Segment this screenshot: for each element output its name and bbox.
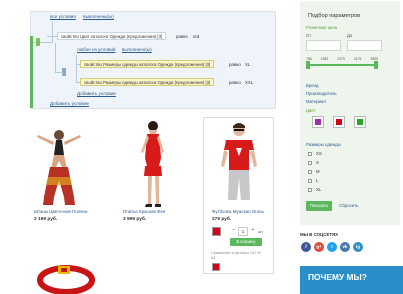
price-from-label: От — [306, 33, 312, 38]
condition-tag[interactable] — [36, 38, 40, 46]
scale-tick: 3999 — [370, 57, 378, 61]
color-label[interactable]: Цвет — [306, 108, 315, 113]
checkbox[interactable] — [308, 169, 312, 174]
group-links: любое из условий выполнено(ы) — [77, 47, 152, 52]
price-slider-handle-max[interactable] — [374, 61, 378, 69]
filter-manufacturer-link[interactable]: Производитель — [306, 91, 337, 96]
quantity-unit: шт — [258, 229, 264, 234]
size-label: M — [316, 169, 320, 174]
color-swatch[interactable] — [212, 227, 221, 236]
price-slider-handle-min[interactable] — [306, 61, 310, 69]
price-scale: 786 1582 2379 3175 3999 — [306, 57, 378, 61]
filter-brand-link[interactable]: Бренд — [306, 83, 318, 88]
condition-operator[interactable]: равно — [176, 34, 188, 39]
social-title: МЫ В СОЦСЕТЯХ — [300, 232, 339, 237]
condition-value[interactable]: XL — [245, 62, 250, 67]
why-us-title: ПОЧЕМУ МЫ? — [308, 272, 367, 282]
color-swatch-selected[interactable] — [212, 263, 220, 271]
product-image[interactable] — [214, 120, 264, 206]
product-price: 3 999 руб. — [123, 217, 147, 222]
vk-icon[interactable]: vk — [340, 242, 350, 252]
connector-line — [55, 43, 56, 73]
google-plus-icon[interactable]: g+ — [314, 242, 324, 252]
price-label[interactable]: Розничная цена — [306, 25, 337, 30]
size-option[interactable]: S — [308, 160, 319, 165]
price-to-input[interactable] — [347, 40, 382, 51]
checkbox[interactable] — [308, 151, 312, 156]
product-image[interactable] — [34, 125, 84, 210]
scale-tick: 1582 — [320, 57, 329, 61]
product-price: 2 199 руб. — [34, 217, 58, 222]
size-filter-label[interactable]: Размеры одежды — [306, 142, 341, 147]
filter-title: Подбор параметров — [308, 13, 361, 19]
product-price: 279 руб. — [212, 217, 232, 222]
size-label: S — [316, 160, 319, 165]
condition-top-links: все условия выполнены(ы) — [50, 14, 120, 19]
price-from-input[interactable] — [306, 40, 341, 51]
color-option[interactable] — [354, 116, 366, 128]
connector-line — [55, 72, 63, 73]
add-inner-condition-link[interactable]: Добавить условие — [77, 91, 116, 96]
price-to-label: До — [347, 33, 353, 38]
instagram-icon[interactable]: ig — [353, 242, 363, 252]
condition-property-field[interactable]: свойство Размеры одежды каталога Одежда … — [80, 60, 215, 68]
size-option[interactable]: M — [308, 169, 320, 174]
condition-property-field[interactable]: свойство Цвет каталога Одежда (предложен… — [57, 32, 167, 40]
scale-tick: 2379 — [337, 57, 345, 61]
condition-value[interactable]: red — [193, 34, 199, 39]
condition-operator[interactable]: равно — [229, 62, 241, 67]
any-condition-link[interactable]: любое из условий — [77, 47, 116, 52]
quantity-input[interactable]: 1 — [238, 227, 248, 236]
connector-line — [47, 36, 57, 37]
size-option[interactable]: XL — [308, 187, 321, 192]
condition-property-field[interactable]: свойство Размеры одежды каталога Одежда … — [80, 78, 215, 86]
quantity-minus-button[interactable]: − — [230, 227, 238, 236]
size-label: XS — [316, 151, 322, 156]
condition-group-bar — [30, 36, 33, 108]
show-button[interactable]: Показать — [306, 201, 332, 211]
connector-line — [76, 55, 77, 83]
checkbox[interactable] — [308, 187, 312, 192]
scale-tick: 786 — [306, 57, 312, 61]
filter-material-link[interactable]: Материал — [306, 99, 326, 104]
product-compare-text[interactable]: Сравнение и Артикул 137 М 43 — [211, 251, 263, 261]
size-label: L — [316, 178, 319, 183]
group-fulfilled-link[interactable]: выполнено(ы) — [122, 47, 152, 52]
twitter-icon[interactable]: t — [327, 242, 337, 252]
product-image[interactable] — [132, 118, 172, 210]
color-option[interactable] — [333, 116, 345, 128]
add-to-cart-button[interactable]: В корзину — [230, 238, 262, 246]
condition-value[interactable]: XXL — [245, 80, 253, 85]
size-label: XL — [316, 187, 322, 192]
all-conditions-link[interactable]: все условия — [50, 14, 76, 19]
color-option[interactable] — [312, 116, 324, 128]
checkbox[interactable] — [308, 160, 312, 165]
condition-operator[interactable]: равно — [229, 80, 241, 85]
price-slider-fill — [308, 64, 376, 66]
fulfilled-link[interactable]: выполнены(ы) — [83, 14, 114, 19]
product-name[interactable]: Футболка Мужская Огонь — [212, 209, 264, 214]
checkbox[interactable] — [308, 178, 312, 183]
add-condition-link[interactable]: Добавить условие — [50, 101, 89, 106]
product-name[interactable]: Платье Красная Фея — [123, 209, 165, 214]
size-option[interactable]: XS — [308, 151, 322, 156]
add-to-cart-label: В корзину — [236, 239, 256, 244]
facebook-icon[interactable]: f — [301, 242, 311, 252]
size-option[interactable]: L — [308, 178, 318, 183]
quantity-plus-button[interactable]: + — [249, 227, 257, 236]
scale-tick: 3175 — [353, 57, 362, 61]
product-name[interactable]: Штаны Цветочная Поляна — [34, 209, 87, 214]
product-image[interactable] — [36, 262, 96, 294]
connector-line — [52, 22, 53, 42]
reset-link[interactable]: Сбросить — [339, 203, 359, 208]
social-icons: f g+ t vk ig — [301, 242, 363, 252]
